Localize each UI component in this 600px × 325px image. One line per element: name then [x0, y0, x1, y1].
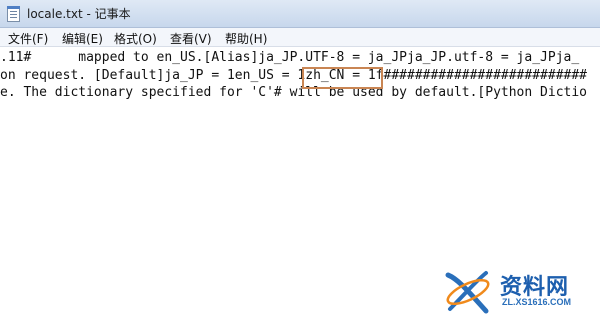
- menu-edit[interactable]: 编辑(E): [62, 30, 103, 47]
- menu-bar: 文件(F) 编辑(E) 格式(O) 查看(V) 帮助(H): [0, 28, 600, 47]
- menu-help[interactable]: 帮助(H): [225, 30, 267, 47]
- title-bar: locale.txt - 记事本: [0, 0, 600, 28]
- menu-format[interactable]: 格式(O): [114, 30, 157, 47]
- text-line-2: on request. [Default]ja_JP = 1en_US = 1z…: [0, 68, 587, 83]
- annotation-highlight-box: [302, 67, 383, 89]
- menu-file[interactable]: 文件(F): [8, 30, 48, 47]
- text-line-3: e. The dictionary specified for 'C'# wil…: [0, 85, 587, 100]
- watermark-logo: 资料网 ZL.XS1616.COM: [442, 263, 592, 319]
- menu-view[interactable]: 查看(V): [170, 30, 212, 47]
- window-title: locale.txt - 记事本: [27, 7, 131, 21]
- notepad-icon: [7, 6, 20, 22]
- watermark-url: ZL.XS1616.COM: [502, 297, 572, 307]
- x-logo-icon: [445, 271, 490, 314]
- text-line-1: .11# mapped to en_US.[Alias]ja_JP.UTF-8 …: [0, 50, 580, 65]
